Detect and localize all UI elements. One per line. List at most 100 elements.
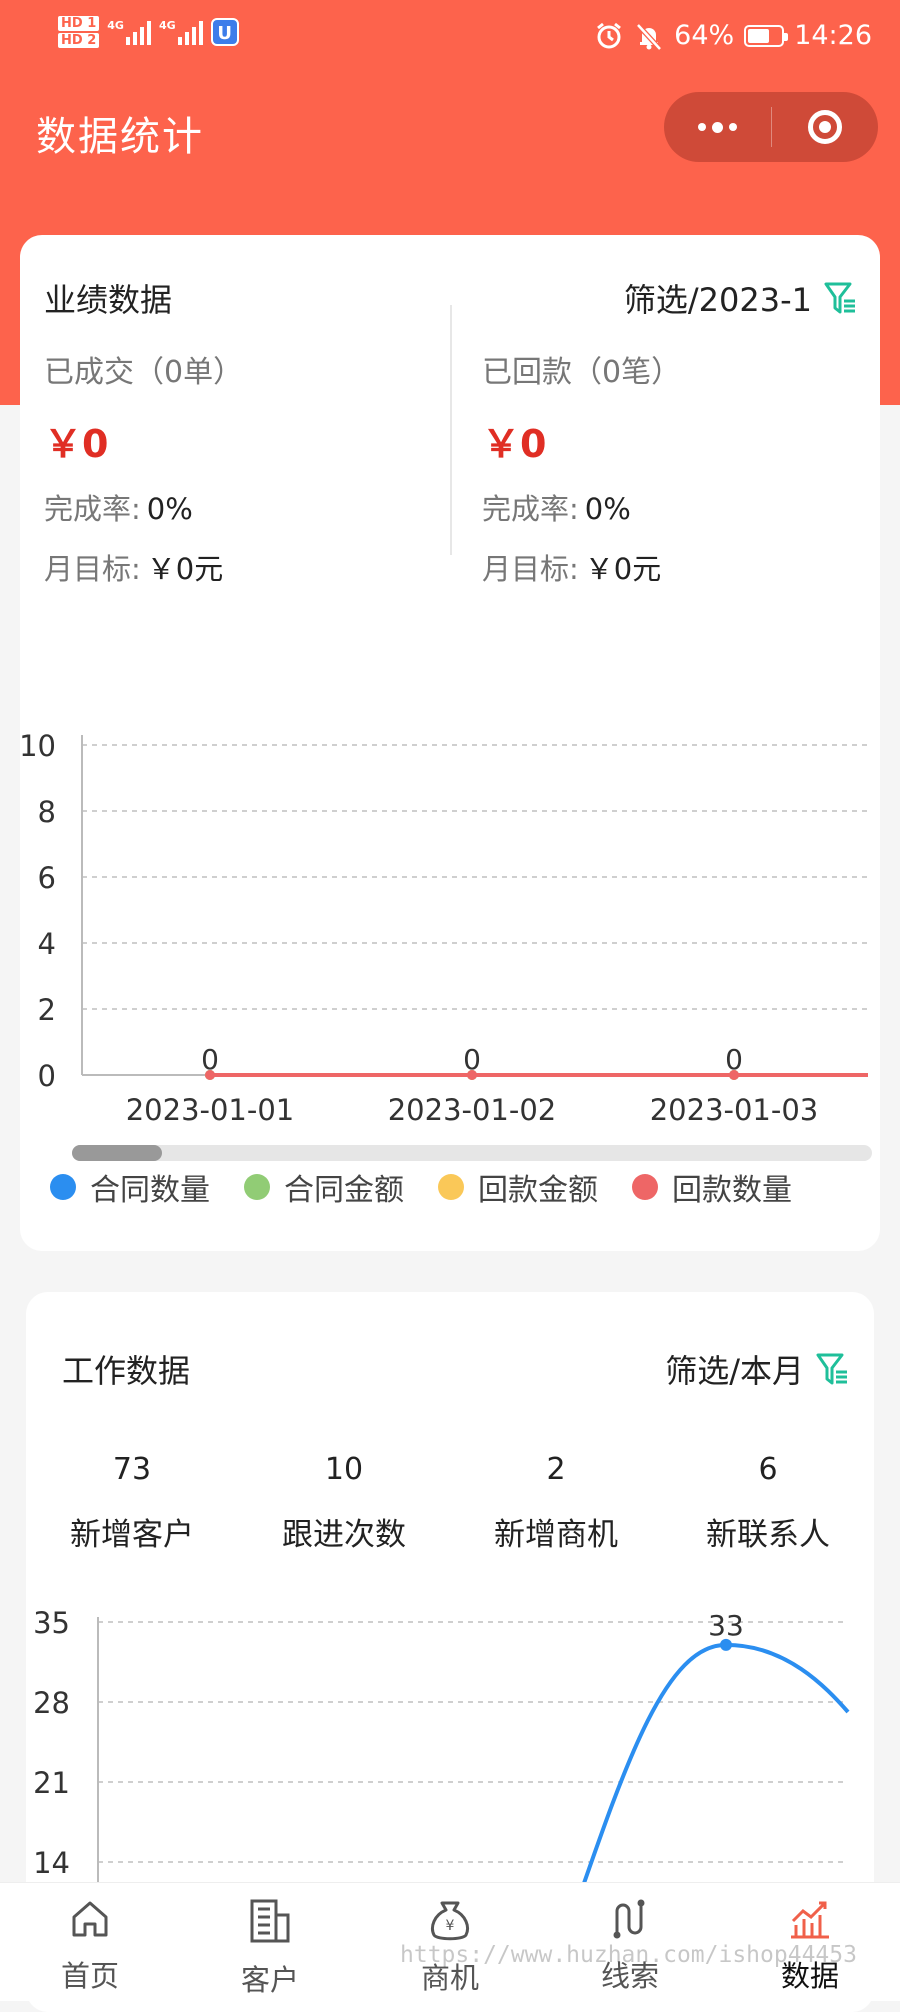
tab-leads[interactable]: 线索: [540, 1883, 720, 2001]
work-filter-button[interactable]: 筛选/本月: [665, 1346, 848, 1392]
alarm-icon: [597, 22, 622, 48]
column-divider: [450, 305, 452, 555]
deals-amount: ￥0: [44, 422, 109, 466]
tab-label: 商机: [420, 1961, 479, 1995]
deals-label: 已成交（0单）: [44, 355, 244, 390]
tab-opportunities[interactable]: ¥ 商机: [360, 1883, 540, 2001]
deals-column: 已成交（0单） ￥0 完成率: 0% 月目标: ￥0元: [44, 347, 243, 588]
y-tick-label: 14: [33, 1846, 70, 1880]
data-label: 33: [708, 1609, 744, 1642]
building-icon: [250, 1899, 290, 1943]
performance-line-chart[interactable]: 0 2 4 6 8 10 2023-01-01 2023-01-02 2023-01-03 0 0 0: [20, 625, 880, 1345]
data-label: 0: [463, 1043, 481, 1076]
tab-label: 数据: [780, 1959, 839, 1993]
status-bar: HD 1 HD 2 4G 4G U 64% 14:26: [0, 0, 900, 80]
more-button[interactable]: [664, 92, 771, 162]
y-tick-label: 0: [38, 1059, 56, 1093]
payments-target: 月目标: ￥0元: [482, 546, 681, 588]
performance-filter-button[interactable]: 筛选/2023-1: [624, 275, 856, 321]
payments-column: 已回款（0笔） ￥0 完成率: 0% 月目标: ￥0元: [482, 347, 681, 588]
home-icon: [72, 1901, 108, 1937]
work-line-chart[interactable]: 14 21 28 35 33: [26, 1592, 874, 1912]
series-line: [572, 1642, 850, 1912]
battery-icon: [744, 24, 789, 47]
route-icon: [613, 1899, 645, 1939]
network-badges: HD 1 HD 2: [58, 14, 100, 50]
tab-data[interactable]: 数据: [720, 1883, 900, 2001]
hd2-badge: HD 2: [58, 33, 100, 48]
legend-label: 合同金额: [284, 1173, 404, 1208]
payments-rate: 完成率: 0%: [482, 486, 681, 528]
legend-label: 回款数量: [672, 1173, 792, 1208]
stat-label: 新增商机: [494, 1517, 618, 1553]
data-label: 0: [201, 1043, 219, 1076]
deals-target-value: ￥0元: [146, 552, 224, 586]
signal-label-2: 4G: [158, 19, 176, 32]
stat-value: 2: [546, 1452, 566, 1487]
payments-rate-value: 0%: [584, 492, 631, 526]
y-tick-label: 21: [33, 1766, 70, 1800]
legend-item[interactable]: 合同数量: [50, 1165, 210, 1209]
legend-label: 合同数量: [90, 1173, 210, 1208]
tab-home[interactable]: 首页: [0, 1883, 180, 2001]
stat-new-customers[interactable]: 73 新增客户: [26, 1452, 238, 1554]
legend-item[interactable]: 回款数量: [632, 1165, 792, 1209]
more-dots-icon: [697, 121, 737, 133]
stat-value: 73: [112, 1452, 152, 1487]
performance-filter-label: 筛选/2023-1: [623, 281, 812, 319]
tab-label: 线索: [600, 1959, 659, 1993]
y-tick-label: 2: [38, 993, 56, 1027]
svg-text:¥: ¥: [446, 1918, 455, 1934]
deals-rate-value: 0%: [146, 492, 193, 526]
legend-dot: [244, 1174, 270, 1200]
stat-value: 10: [324, 1452, 364, 1487]
tab-customers[interactable]: 客户: [180, 1883, 360, 2001]
signal-icon: [177, 19, 203, 45]
stat-new-opportunities[interactable]: 2 新增商机: [450, 1452, 662, 1554]
app-notification-icon: U: [210, 18, 239, 46]
signal-label-1: 4G: [107, 19, 124, 32]
stat-followups[interactable]: 10 跟进次数: [238, 1452, 450, 1554]
legend-item[interactable]: 回款金额: [438, 1165, 598, 1209]
deals-target-label: 月目标:: [44, 552, 141, 586]
stat-label: 新增客户: [70, 1517, 194, 1553]
deals-rate: 完成率: 0%: [44, 486, 243, 528]
stat-label: 跟进次数: [282, 1517, 406, 1553]
y-tick-label: 8: [38, 795, 56, 829]
tab-label: 客户: [240, 1963, 299, 1997]
tab-label: 首页: [60, 1959, 119, 1993]
y-tick-label: 10: [20, 729, 56, 763]
x-tick-label: 2023-01-01: [126, 1093, 295, 1127]
x-tick-label: 2023-01-02: [388, 1093, 557, 1127]
legend-item[interactable]: 合同金额: [244, 1165, 404, 1209]
clock: 14:26: [794, 20, 872, 51]
battery-percent: 64%: [674, 20, 735, 51]
close-target-icon: [807, 110, 842, 144]
y-tick-label: 28: [33, 1686, 70, 1720]
legend-dot: [632, 1174, 658, 1200]
deals-rate-label: 完成率:: [44, 492, 141, 526]
x-tick-label: 2023-01-03: [650, 1093, 819, 1127]
payments-target-label: 月目标:: [482, 552, 579, 586]
page-title: 数据统计: [36, 114, 204, 160]
stat-new-contacts[interactable]: 6 新联系人: [662, 1452, 874, 1554]
hd1-badge: HD 1: [58, 16, 100, 31]
legend-dot: [438, 1174, 464, 1200]
data-label: 0: [725, 1043, 743, 1076]
money-bag-icon: ¥: [431, 1901, 469, 1941]
work-filter-label: 筛选/本月: [665, 1352, 804, 1390]
filter-icon: [824, 282, 855, 314]
filter-icon: [816, 1353, 847, 1385]
miniprogram-capsule[interactable]: [664, 92, 878, 162]
chart-scrollbar-track: [72, 1145, 872, 1161]
close-button[interactable]: [772, 92, 879, 162]
legend-dot: [50, 1174, 76, 1200]
payments-rate-label: 完成率:: [482, 492, 579, 526]
legend-label: 回款金额: [478, 1173, 598, 1208]
stat-label: 新联系人: [706, 1517, 830, 1553]
signal-icon: [125, 19, 151, 45]
work-stats: 73 新增客户 10 跟进次数 2 新增商机 6 新联系人: [26, 1452, 874, 1554]
y-tick-label: 4: [38, 927, 56, 961]
y-tick-label: 6: [38, 861, 56, 895]
performance-card: 业绩数据 筛选/2023-1 已成交（0单） ￥0 完成率: 0% 月目标: ￥0元…: [20, 235, 880, 1251]
